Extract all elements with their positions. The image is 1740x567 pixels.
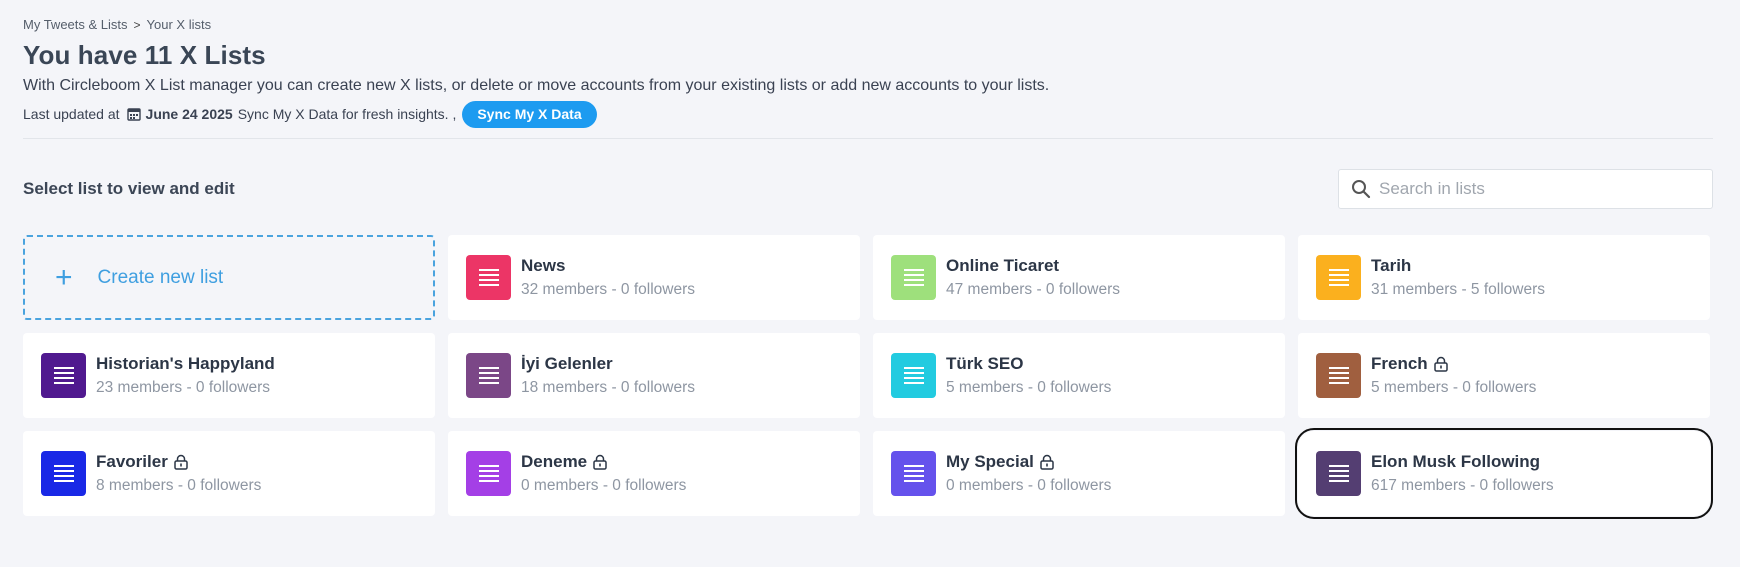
list-card-text: French 5 members - 0 followers — [1371, 354, 1536, 397]
list-name: İyi Gelenler — [521, 354, 695, 374]
sync-hint-text: Sync My X Data for fresh insights. , — [237, 106, 457, 122]
list-meta: 617 members - 0 followers — [1371, 477, 1554, 494]
list-card[interactable]: French 5 members - 0 followers — [1298, 333, 1710, 418]
list-icon — [891, 255, 936, 300]
list-name-label: My Special — [946, 452, 1034, 471]
list-card-text: News 32 members - 0 followers — [521, 256, 695, 299]
list-name-label: Deneme — [521, 452, 588, 471]
list-name-label: İyi Gelenler — [521, 354, 613, 373]
list-name-label: French — [1371, 354, 1428, 373]
list-meta: 0 members - 0 followers — [946, 477, 1112, 494]
list-meta: 32 members - 0 followers — [521, 281, 696, 298]
list-icon — [466, 353, 511, 398]
breadcrumb-current: Your X lists — [146, 17, 212, 32]
calendar-icon — [126, 108, 141, 121]
list-card[interactable]: Favoriler 8 members - 0 followers — [23, 431, 435, 516]
breadcrumb: My Tweets & Lists > Your X lists — [23, 17, 211, 32]
list-name-label: Online Ticaret — [946, 256, 1060, 275]
list-meta: 23 members - 0 followers — [96, 379, 271, 396]
create-new-list-button[interactable]: + Create new list — [23, 235, 435, 320]
list-icon — [41, 353, 86, 398]
section-title: Select list to view and edit — [23, 179, 235, 198]
list-name-label: Elon Musk Following — [1371, 452, 1541, 471]
list-meta: 0 members - 0 followers — [521, 477, 687, 494]
list-meta: 5 members - 0 followers — [946, 379, 1112, 396]
list-name: My Special — [946, 452, 1111, 472]
list-card-text: Favoriler 8 members - 0 followers — [96, 452, 261, 495]
list-icon — [1316, 451, 1361, 496]
lock-icon — [1040, 454, 1054, 470]
list-meta: 18 members - 0 followers — [521, 379, 696, 396]
list-name: News — [521, 256, 695, 276]
page-title: You have 11 X Lists — [23, 40, 266, 70]
list-meta: 8 members - 0 followers — [96, 477, 262, 494]
search-input[interactable] — [1379, 179, 1679, 199]
list-name: Deneme — [521, 452, 686, 472]
list-name-label: News — [521, 256, 566, 275]
list-icon — [891, 353, 936, 398]
list-card[interactable]: Tarih 31 members - 5 followers — [1298, 235, 1710, 320]
search-box — [1338, 169, 1713, 209]
list-name: Online Ticaret — [946, 256, 1120, 276]
list-meta: 47 members - 0 followers — [946, 281, 1121, 298]
list-meta: 5 members - 0 followers — [1371, 379, 1537, 396]
list-icon — [891, 451, 936, 496]
list-icon — [41, 451, 86, 496]
list-card-text: İyi Gelenler 18 members - 0 followers — [521, 354, 695, 397]
list-name: Elon Musk Following — [1371, 452, 1554, 472]
list-card[interactable]: İyi Gelenler 18 members - 0 followers — [448, 333, 860, 418]
list-name-label: Historian's Happyland — [96, 354, 275, 373]
list-card-text: Deneme 0 members - 0 followers — [521, 452, 686, 495]
list-icon — [1316, 353, 1361, 398]
list-card-text: Tarih 31 members - 5 followers — [1371, 256, 1545, 299]
list-card[interactable]: My Special 0 members - 0 followers — [873, 431, 1285, 516]
breadcrumb-my-tweets-lists[interactable]: My Tweets & Lists — [23, 17, 128, 32]
lock-icon — [593, 454, 607, 470]
list-name-label: Tarih — [1371, 256, 1412, 275]
last-updated-label: Last updated at — [23, 106, 120, 122]
list-card-text: My Special 0 members - 0 followers — [946, 452, 1111, 495]
list-card[interactable]: Türk SEO 5 members - 0 followers — [873, 333, 1285, 418]
create-new-list-label: Create new list — [97, 266, 224, 288]
list-name: Favoriler — [96, 452, 261, 472]
lock-icon — [174, 454, 188, 470]
list-name: Historian's Happyland — [96, 354, 275, 374]
list-name: Türk SEO — [946, 354, 1111, 374]
list-card[interactable]: Online Ticaret 47 members - 0 followers — [873, 235, 1285, 320]
last-updated-row: Last updated at June 24 2025 Sync My X D… — [23, 100, 597, 128]
lists-grid: + Create new list News 32 members - 0 fol… — [23, 235, 1713, 519]
sync-button[interactable]: Sync My X Data — [462, 100, 597, 128]
list-card-text: Elon Musk Following 617 members - 0 follo… — [1371, 452, 1554, 495]
list-name: Tarih — [1371, 256, 1545, 276]
list-card-text: Historian's Happyland 23 members - 0 foll… — [96, 354, 275, 397]
breadcrumb-separator: > — [133, 17, 141, 32]
list-icon — [466, 255, 511, 300]
list-icon — [466, 451, 511, 496]
list-card[interactable]: News 32 members - 0 followers — [448, 235, 860, 320]
list-meta: 31 members - 5 followers — [1371, 281, 1546, 298]
last-updated-date: June 24 2025 — [145, 106, 233, 122]
list-card[interactable]: Deneme 0 members - 0 followers — [448, 431, 860, 516]
list-icon — [1316, 255, 1361, 300]
list-card[interactable]: Historian's Happyland 23 members - 0 foll… — [23, 333, 435, 418]
list-name: French — [1371, 354, 1536, 374]
list-card-text: Online Ticaret 47 members - 0 followers — [946, 256, 1120, 299]
search-icon — [1352, 180, 1371, 199]
plus-icon: + — [55, 260, 73, 294]
page-description: With Circleboom X List manager you can c… — [23, 77, 1050, 94]
list-name-label: Favoriler — [96, 452, 168, 471]
list-card-text: Türk SEO 5 members - 0 followers — [946, 354, 1111, 397]
divider — [23, 138, 1713, 139]
lock-icon — [1433, 356, 1448, 372]
list-card[interactable]: Elon Musk Following 617 members - 0 follo… — [1295, 428, 1713, 519]
list-name-label: Türk SEO — [946, 354, 1024, 373]
